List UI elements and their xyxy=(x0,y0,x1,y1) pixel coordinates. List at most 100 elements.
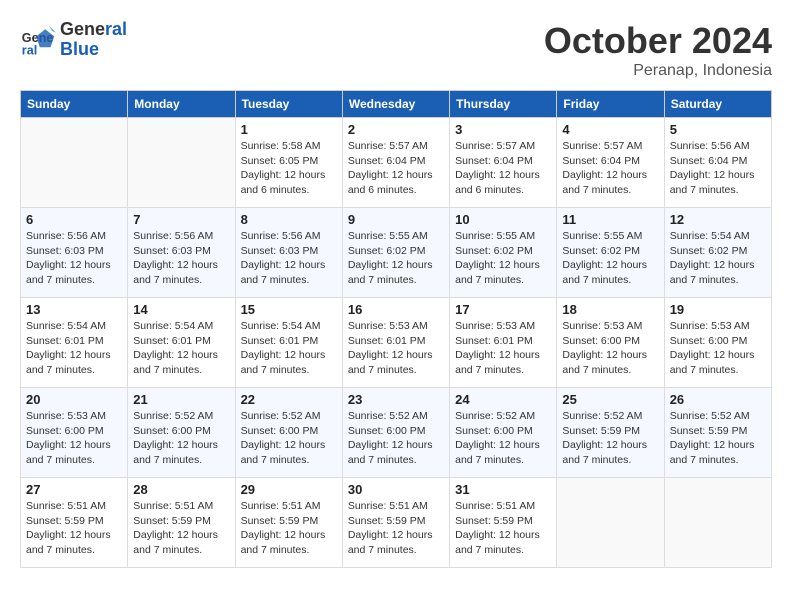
week-row-3: 13 Sunrise: 5:54 AM Sunset: 6:01 PM Dayli… xyxy=(21,298,772,388)
calendar-cell: 1 Sunrise: 5:58 AM Sunset: 6:05 PM Daylig… xyxy=(235,118,342,208)
day-number: 26 xyxy=(670,392,766,407)
calendar-cell: 13 Sunrise: 5:54 AM Sunset: 6:01 PM Dayli… xyxy=(21,298,128,388)
calendar-cell: 20Sunrise: 5:53 AM Sunset: 6:00 PM Dayli… xyxy=(21,388,128,478)
day-number: 13 xyxy=(26,302,122,317)
day-number: 14 xyxy=(133,302,229,317)
week-row-2: 6 Sunrise: 5:56 AM Sunset: 6:03 PM Daylig… xyxy=(21,208,772,298)
week-row-4: 20Sunrise: 5:53 AM Sunset: 6:00 PM Dayli… xyxy=(21,388,772,478)
location-subtitle: Peranap, Indonesia xyxy=(544,62,772,80)
calendar-cell: 5 Sunrise: 5:56 AM Sunset: 6:04 PM Daylig… xyxy=(664,118,771,208)
day-detail: Sunrise: 5:57 AM Sunset: 6:04 PM Dayligh… xyxy=(562,139,658,198)
day-number: 8 xyxy=(241,212,337,227)
day-number: 21 xyxy=(133,392,229,407)
calendar-cell xyxy=(128,118,235,208)
day-number: 30 xyxy=(348,482,444,497)
day-number: 17 xyxy=(455,302,551,317)
day-header-sunday: Sunday xyxy=(21,91,128,118)
calendar-cell: 18 Sunrise: 5:53 AM Sunset: 6:00 PM Dayli… xyxy=(557,298,664,388)
day-number: 27 xyxy=(26,482,122,497)
day-number: 2 xyxy=(348,122,444,137)
month-title: October 2024 xyxy=(544,20,772,62)
day-detail: Sunrise: 5:55 AM Sunset: 6:02 PM Dayligh… xyxy=(455,229,551,288)
day-number: 18 xyxy=(562,302,658,317)
day-number: 23 xyxy=(348,392,444,407)
day-header-saturday: Saturday xyxy=(664,91,771,118)
calendar-cell: 22Sunrise: 5:52 AM Sunset: 6:00 PM Dayli… xyxy=(235,388,342,478)
day-number: 3 xyxy=(455,122,551,137)
day-number: 6 xyxy=(26,212,122,227)
calendar-cell xyxy=(557,478,664,568)
day-detail: Sunrise: 5:53 AM Sunset: 6:01 PM Dayligh… xyxy=(348,319,444,378)
day-detail: Sunrise: 5:52 AM Sunset: 6:00 PM Dayligh… xyxy=(241,409,337,468)
calendar-cell: 24 Sunrise: 5:52 AM Sunset: 6:00 PM Dayli… xyxy=(450,388,557,478)
day-number: 10 xyxy=(455,212,551,227)
day-number: 15 xyxy=(241,302,337,317)
day-number: 16 xyxy=(348,302,444,317)
week-row-1: 1 Sunrise: 5:58 AM Sunset: 6:05 PM Daylig… xyxy=(21,118,772,208)
day-detail: Sunrise: 5:54 AM Sunset: 6:01 PM Dayligh… xyxy=(26,319,122,378)
day-number: 19 xyxy=(670,302,766,317)
day-number: 12 xyxy=(670,212,766,227)
calendar-cell: 17 Sunrise: 5:53 AM Sunset: 6:01 PM Dayli… xyxy=(450,298,557,388)
day-header-tuesday: Tuesday xyxy=(235,91,342,118)
day-number: 24 xyxy=(455,392,551,407)
calendar-cell: 3 Sunrise: 5:57 AM Sunset: 6:04 PM Daylig… xyxy=(450,118,557,208)
calendar-cell: 11 Sunrise: 5:55 AM Sunset: 6:02 PM Dayli… xyxy=(557,208,664,298)
day-detail: Sunrise: 5:51 AM Sunset: 5:59 PM Dayligh… xyxy=(241,499,337,558)
calendar-cell: 4Sunrise: 5:57 AM Sunset: 6:04 PM Daylig… xyxy=(557,118,664,208)
day-detail: Sunrise: 5:51 AM Sunset: 5:59 PM Dayligh… xyxy=(348,499,444,558)
day-header-monday: Monday xyxy=(128,91,235,118)
day-detail: Sunrise: 5:56 AM Sunset: 6:03 PM Dayligh… xyxy=(26,229,122,288)
day-header-friday: Friday xyxy=(557,91,664,118)
calendar-cell: 12 Sunrise: 5:54 AM Sunset: 6:02 PM Dayli… xyxy=(664,208,771,298)
calendar-table: SundayMondayTuesdayWednesdayThursdayFrid… xyxy=(20,90,772,568)
day-header-wednesday: Wednesday xyxy=(342,91,449,118)
day-detail: Sunrise: 5:53 AM Sunset: 6:01 PM Dayligh… xyxy=(455,319,551,378)
calendar-cell: 29 Sunrise: 5:51 AM Sunset: 5:59 PM Dayli… xyxy=(235,478,342,568)
calendar-cell: 21Sunrise: 5:52 AM Sunset: 6:00 PM Dayli… xyxy=(128,388,235,478)
day-detail: Sunrise: 5:54 AM Sunset: 6:01 PM Dayligh… xyxy=(133,319,229,378)
day-detail: Sunrise: 5:54 AM Sunset: 6:01 PM Dayligh… xyxy=(241,319,337,378)
day-detail: Sunrise: 5:58 AM Sunset: 6:05 PM Dayligh… xyxy=(241,139,337,198)
day-detail: Sunrise: 5:52 AM Sunset: 6:00 PM Dayligh… xyxy=(455,409,551,468)
day-detail: Sunrise: 5:52 AM Sunset: 6:00 PM Dayligh… xyxy=(348,409,444,468)
calendar-cell: 23 Sunrise: 5:52 AM Sunset: 6:00 PM Dayli… xyxy=(342,388,449,478)
day-detail: Sunrise: 5:51 AM Sunset: 5:59 PM Dayligh… xyxy=(455,499,551,558)
day-detail: Sunrise: 5:56 AM Sunset: 6:03 PM Dayligh… xyxy=(241,229,337,288)
day-number: 11 xyxy=(562,212,658,227)
day-number: 7 xyxy=(133,212,229,227)
day-number: 1 xyxy=(241,122,337,137)
day-number: 29 xyxy=(241,482,337,497)
day-number: 9 xyxy=(348,212,444,227)
day-detail: Sunrise: 5:56 AM Sunset: 6:03 PM Dayligh… xyxy=(133,229,229,288)
calendar-cell: 6 Sunrise: 5:56 AM Sunset: 6:03 PM Daylig… xyxy=(21,208,128,298)
day-detail: Sunrise: 5:56 AM Sunset: 6:04 PM Dayligh… xyxy=(670,139,766,198)
logo-line2: Blue xyxy=(60,40,127,60)
calendar-cell: 2Sunrise: 5:57 AM Sunset: 6:04 PM Daylig… xyxy=(342,118,449,208)
calendar-cell: 8 Sunrise: 5:56 AM Sunset: 6:03 PM Daylig… xyxy=(235,208,342,298)
title-area: October 2024 Peranap, Indonesia xyxy=(544,20,772,80)
day-number: 5 xyxy=(670,122,766,137)
day-detail: Sunrise: 5:54 AM Sunset: 6:02 PM Dayligh… xyxy=(670,229,766,288)
logo-line1: General xyxy=(60,20,127,40)
day-detail: Sunrise: 5:53 AM Sunset: 6:00 PM Dayligh… xyxy=(670,319,766,378)
calendar-cell: 15 Sunrise: 5:54 AM Sunset: 6:01 PM Dayli… xyxy=(235,298,342,388)
day-number: 25 xyxy=(562,392,658,407)
day-number: 28 xyxy=(133,482,229,497)
day-detail: Sunrise: 5:53 AM Sunset: 6:00 PM Dayligh… xyxy=(562,319,658,378)
calendar-cell: 26Sunrise: 5:52 AM Sunset: 5:59 PM Dayli… xyxy=(664,388,771,478)
calendar-cell xyxy=(664,478,771,568)
logo: Gene ral General Blue xyxy=(20,20,127,60)
calendar-cell: 28Sunrise: 5:51 AM Sunset: 5:59 PM Dayli… xyxy=(128,478,235,568)
day-number: 31 xyxy=(455,482,551,497)
day-detail: Sunrise: 5:51 AM Sunset: 5:59 PM Dayligh… xyxy=(26,499,122,558)
calendar-cell: 25Sunrise: 5:52 AM Sunset: 5:59 PM Dayli… xyxy=(557,388,664,478)
calendar-cell xyxy=(21,118,128,208)
calendar-cell: 16 Sunrise: 5:53 AM Sunset: 6:01 PM Dayli… xyxy=(342,298,449,388)
page-header: Gene ral General Blue October 2024 Peran… xyxy=(20,20,772,80)
calendar-cell: 19 Sunrise: 5:53 AM Sunset: 6:00 PM Dayli… xyxy=(664,298,771,388)
week-row-5: 27 Sunrise: 5:51 AM Sunset: 5:59 PM Dayli… xyxy=(21,478,772,568)
calendar-cell: 27 Sunrise: 5:51 AM Sunset: 5:59 PM Dayli… xyxy=(21,478,128,568)
day-detail: Sunrise: 5:57 AM Sunset: 6:04 PM Dayligh… xyxy=(455,139,551,198)
day-detail: Sunrise: 5:55 AM Sunset: 6:02 PM Dayligh… xyxy=(562,229,658,288)
